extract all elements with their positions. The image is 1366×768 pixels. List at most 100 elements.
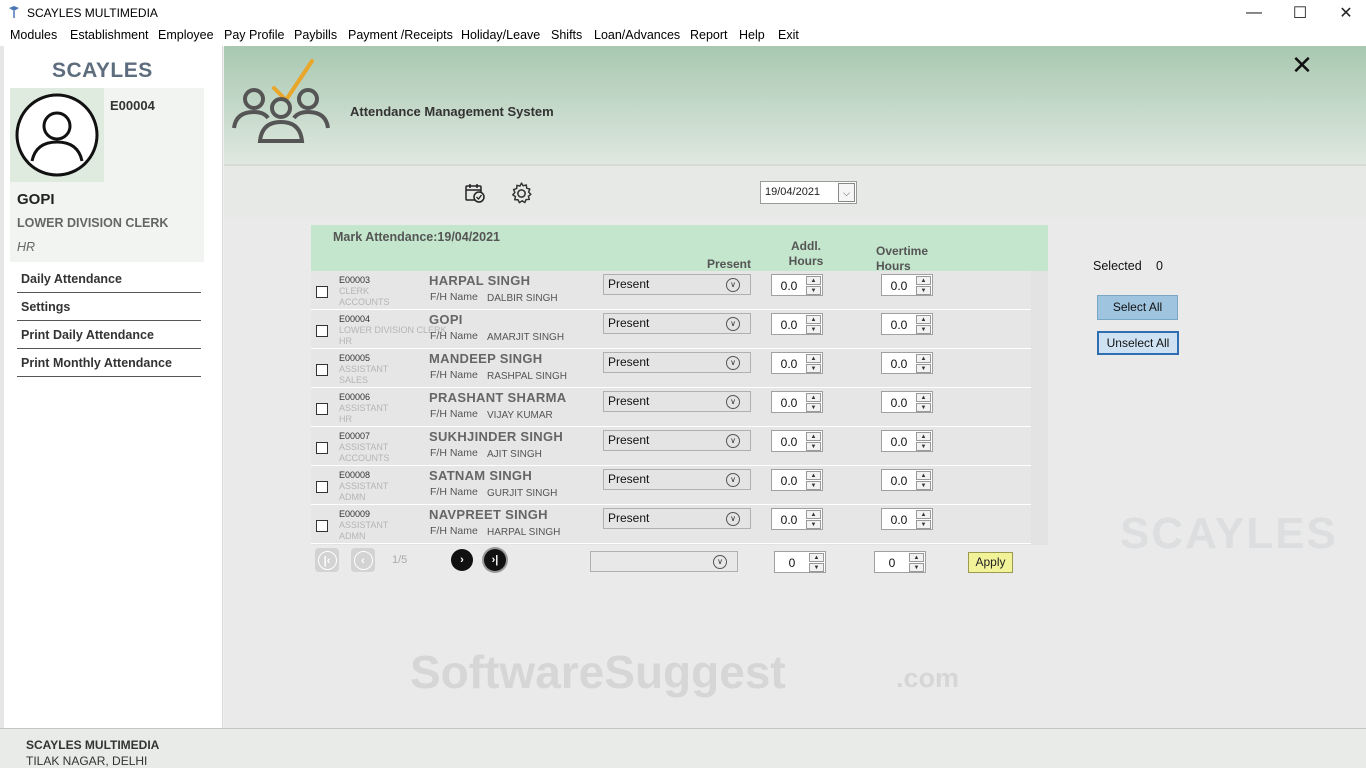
spin-up-icon[interactable]: ▲ xyxy=(916,510,931,519)
next-page-button[interactable]: › xyxy=(450,548,474,572)
row-status-dropdown[interactable]: Present ∨ xyxy=(603,313,751,334)
spin-up-icon[interactable]: ▲ xyxy=(806,276,821,285)
window-title: SCAYLES MULTIMEDIA xyxy=(27,6,158,20)
row-overtime-hours-stepper[interactable]: 0.0 ▲ ▼ xyxy=(881,274,933,296)
spin-down-icon[interactable]: ▼ xyxy=(806,286,821,295)
spin-down-icon[interactable]: ▼ xyxy=(806,442,821,451)
prev-page-button[interactable]: ‹ xyxy=(351,548,375,572)
row-addl-hours-stepper[interactable]: 0.0 ▲ ▼ xyxy=(771,508,823,530)
spin-down-icon[interactable]: ▼ xyxy=(916,364,931,373)
spin-up-icon[interactable]: ▲ xyxy=(916,315,931,324)
menu-modules[interactable]: Modules xyxy=(10,28,57,42)
row-overtime-hours-stepper[interactable]: 0.0 ▲ ▼ xyxy=(881,391,933,413)
spin-down-icon[interactable]: ▼ xyxy=(909,563,924,572)
row-addl-hours-stepper[interactable]: 0.0 ▲ ▼ xyxy=(771,469,823,491)
menu-exit[interactable]: Exit xyxy=(778,28,799,42)
maximize-button[interactable]: ☐ xyxy=(1277,0,1323,25)
row-overtime-hours-stepper[interactable]: 0.0 ▲ ▼ xyxy=(881,352,933,374)
menu-paybills[interactable]: Paybills xyxy=(294,28,337,42)
sidebar-item-print-daily-attendance[interactable]: Print Daily Attendance xyxy=(17,321,201,349)
close-icon[interactable]: ✕ xyxy=(1287,50,1317,80)
spin-down-icon[interactable]: ▼ xyxy=(916,481,931,490)
row-addl-hours-stepper[interactable]: 0.0 ▲ ▼ xyxy=(771,352,823,374)
row-addl-hours-stepper[interactable]: 0.0 ▲ ▼ xyxy=(771,274,823,296)
spin-up-icon[interactable]: ▲ xyxy=(806,471,821,480)
row-overtime-hours-stepper[interactable]: 0.0 ▲ ▼ xyxy=(881,430,933,452)
bulk-overtime-hours-stepper[interactable]: 0 ▲ ▼ xyxy=(874,551,926,573)
chevron-down-icon[interactable]: ⌵ xyxy=(838,183,855,202)
menu-loan-advances[interactable]: Loan/Advances xyxy=(594,28,680,42)
row-status-dropdown[interactable]: Present ∨ xyxy=(603,352,751,373)
spin-up-icon[interactable]: ▲ xyxy=(806,432,821,441)
spin-up-icon[interactable]: ▲ xyxy=(809,553,824,562)
select-all-button[interactable]: Select All xyxy=(1097,295,1178,320)
row-addl-hours-stepper[interactable]: 0.0 ▲ ▼ xyxy=(771,430,823,452)
calendar-check-icon[interactable] xyxy=(464,182,486,204)
menu-holiday-leave[interactable]: Holiday/Leave xyxy=(461,28,540,42)
row-checkbox[interactable] xyxy=(316,481,328,493)
sidebar-item-settings[interactable]: Settings xyxy=(17,293,201,321)
spin-down-icon[interactable]: ▼ xyxy=(806,364,821,373)
sidebar-item-daily-attendance[interactable]: Daily Attendance xyxy=(17,265,201,293)
row-checkbox[interactable] xyxy=(316,325,328,337)
row-checkbox[interactable] xyxy=(316,403,328,415)
bulk-status-dropdown[interactable]: ∨ xyxy=(590,551,738,572)
sidebar-item-print-monthly-attendance[interactable]: Print Monthly Attendance xyxy=(17,349,201,377)
first-page-button[interactable]: |‹ xyxy=(315,548,339,572)
row-overtime-value: 0.0 xyxy=(890,396,908,410)
spin-up-icon[interactable]: ▲ xyxy=(806,393,821,402)
row-addl-hours-stepper[interactable]: 0.0 ▲ ▼ xyxy=(771,313,823,335)
menu-payment-receipts[interactable]: Payment /Receipts xyxy=(348,28,453,42)
bulk-addl-hours-stepper[interactable]: 0 ▲ ▼ xyxy=(774,551,826,573)
spin-up-icon[interactable]: ▲ xyxy=(909,553,924,562)
row-addl-value: 0.0 xyxy=(780,513,798,527)
menu-employee[interactable]: Employee xyxy=(158,28,214,42)
spin-down-icon[interactable]: ▼ xyxy=(916,403,931,412)
row-fh-name: AJIT SINGH xyxy=(487,449,542,460)
spin-down-icon[interactable]: ▼ xyxy=(806,325,821,334)
menu-pay-profile[interactable]: Pay Profile xyxy=(224,28,284,42)
row-checkbox[interactable] xyxy=(316,364,328,376)
row-status-dropdown[interactable]: Present ∨ xyxy=(603,508,751,529)
spin-down-icon[interactable]: ▼ xyxy=(806,481,821,490)
last-page-button[interactable]: ›| xyxy=(483,548,507,572)
spin-up-icon[interactable]: ▲ xyxy=(916,354,931,363)
row-checkbox[interactable] xyxy=(316,286,328,298)
row-status-dropdown[interactable]: Present ∨ xyxy=(603,469,751,490)
spin-up-icon[interactable]: ▲ xyxy=(916,471,931,480)
spin-down-icon[interactable]: ▼ xyxy=(809,563,824,572)
gear-icon[interactable] xyxy=(509,181,534,206)
apply-button[interactable]: Apply xyxy=(968,552,1013,573)
row-addl-value: 0.0 xyxy=(780,279,798,293)
row-status-dropdown[interactable]: Present ∨ xyxy=(603,391,751,412)
row-overtime-hours-stepper[interactable]: 0.0 ▲ ▼ xyxy=(881,313,933,335)
spin-down-icon[interactable]: ▼ xyxy=(916,325,931,334)
spin-up-icon[interactable]: ▲ xyxy=(806,510,821,519)
spin-down-icon[interactable]: ▼ xyxy=(806,403,821,412)
spin-down-icon[interactable]: ▼ xyxy=(916,286,931,295)
row-overtime-hours-stepper[interactable]: 0.0 ▲ ▼ xyxy=(881,469,933,491)
spin-up-icon[interactable]: ▲ xyxy=(916,276,931,285)
menu-shifts[interactable]: Shifts xyxy=(551,28,582,42)
date-picker[interactable]: 19/04/2021 ⌵ xyxy=(760,181,857,204)
row-addl-hours-stepper[interactable]: 0.0 ▲ ▼ xyxy=(771,391,823,413)
spin-up-icon[interactable]: ▲ xyxy=(806,354,821,363)
row-checkbox[interactable] xyxy=(316,442,328,454)
minimize-button[interactable]: — xyxy=(1231,0,1277,25)
row-overtime-hours-stepper[interactable]: 0.0 ▲ ▼ xyxy=(881,508,933,530)
row-checkbox[interactable] xyxy=(316,520,328,532)
spin-down-icon[interactable]: ▼ xyxy=(806,520,821,529)
menu-help[interactable]: Help xyxy=(739,28,765,42)
menu-report[interactable]: Report xyxy=(690,28,728,42)
row-employee-id: E00007 xyxy=(339,431,371,441)
row-status-dropdown[interactable]: Present ∨ xyxy=(603,274,751,295)
spin-up-icon[interactable]: ▲ xyxy=(916,432,931,441)
window-close-button[interactable]: ✕ xyxy=(1323,0,1366,25)
spin-up-icon[interactable]: ▲ xyxy=(806,315,821,324)
spin-up-icon[interactable]: ▲ xyxy=(916,393,931,402)
spin-down-icon[interactable]: ▼ xyxy=(916,442,931,451)
unselect-all-button[interactable]: Unselect All xyxy=(1097,331,1179,355)
row-status-dropdown[interactable]: Present ∨ xyxy=(603,430,751,451)
spin-down-icon[interactable]: ▼ xyxy=(916,520,931,529)
menu-establishment[interactable]: Establishment xyxy=(70,28,149,42)
